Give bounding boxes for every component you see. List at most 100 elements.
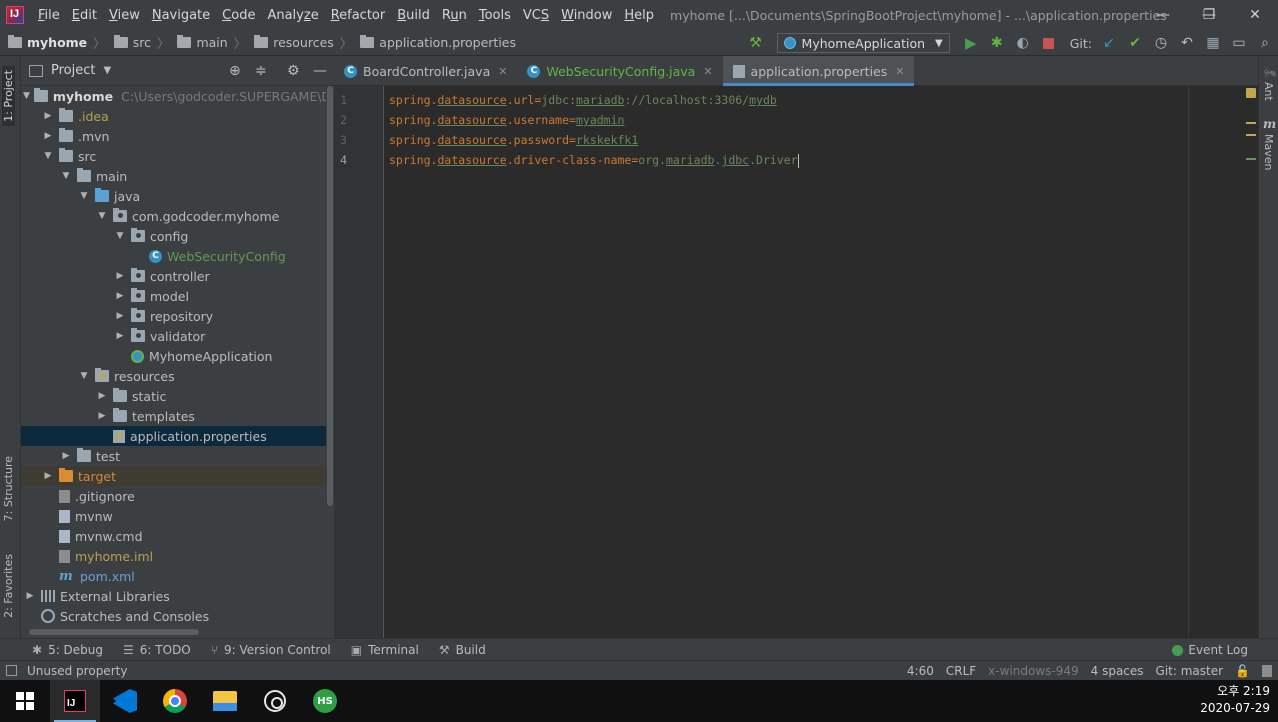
expand-arrow-right-icon[interactable]: ▶ (113, 331, 127, 341)
stop-icon[interactable] (1038, 32, 1060, 54)
tab-project[interactable]: 1: Project (2, 66, 15, 126)
project-panel-title[interactable]: Project (51, 63, 95, 78)
expand-arrow-down-icon[interactable]: ▼ (77, 191, 91, 201)
menu-window[interactable]: Window (555, 8, 618, 23)
taskbar-clock[interactable]: 오후 2:19 2020-07-29 (1200, 683, 1270, 717)
editor-tab[interactable]: application.properties ✕ (722, 56, 915, 86)
lock-icon[interactable]: 🔓 (1235, 664, 1250, 678)
tree-item[interactable]: ▶ templates (21, 406, 334, 426)
build-hammer-icon[interactable]: ⚒ (745, 32, 767, 54)
menu-tools[interactable]: Tools (473, 8, 517, 23)
tree-horizontal-scrollbar[interactable] (21, 628, 326, 636)
collapse-all-icon[interactable]: ≑ (255, 63, 267, 79)
git-rollback-icon[interactable]: ↶ (1176, 32, 1198, 54)
warning-mark[interactable] (1246, 122, 1256, 124)
tree-item[interactable]: ▶application.properties (21, 426, 334, 446)
breadcrumb-item[interactable]: myhome 〉 (0, 33, 106, 52)
tree-item[interactable]: ▶ .mvn (21, 126, 334, 146)
close-tab-icon[interactable]: ✕ (703, 65, 712, 78)
presentation-icon[interactable]: ▭ (1228, 32, 1250, 54)
expand-arrow-right-icon[interactable]: ▶ (59, 451, 73, 461)
tree-item[interactable]: ▶CWebSecurityConfig (21, 246, 334, 266)
code-line[interactable]: spring.datasource.username=myadmin (389, 110, 624, 130)
expand-arrow-right-icon[interactable]: ▶ (41, 471, 55, 481)
debug-icon[interactable]: ✱ (986, 32, 1008, 54)
expand-arrow-down-icon[interactable]: ▼ (77, 371, 91, 381)
tree-item[interactable]: ▶mvnw (21, 506, 334, 526)
expand-arrow-right-icon[interactable]: ▶ (23, 591, 37, 601)
breadcrumb-item[interactable]: main 〉 (169, 33, 246, 52)
tree-item[interactable]: ▼ java (21, 186, 334, 206)
tab-favorites[interactable]: 2: Favorites (2, 554, 15, 618)
tab-ant[interactable]: Ant (1262, 82, 1275, 101)
menu-navigate[interactable]: Navigate (146, 8, 216, 23)
warning-mark[interactable] (1246, 134, 1256, 136)
tree-item[interactable]: ▶ static (21, 386, 334, 406)
menu-analyze[interactable]: Analyze (261, 8, 324, 23)
tree-item[interactable]: ▶ target (21, 466, 334, 486)
expand-arrow-right-icon[interactable]: ▶ (95, 391, 109, 401)
tree-item[interactable]: ▶myhome.iml (21, 546, 334, 566)
menu-edit[interactable]: Edit (66, 8, 103, 23)
chevron-down-icon[interactable]: ▼ (103, 65, 111, 76)
menu-refactor[interactable]: Refactor (325, 8, 392, 23)
tab-terminal[interactable]: ▣ Terminal (341, 643, 429, 657)
git-commit-icon[interactable]: ✔ (1124, 32, 1146, 54)
tree-item[interactable]: ▼ src (21, 146, 334, 166)
tree-item[interactable]: ▶ test (21, 446, 334, 466)
expand-arrow-down-icon[interactable]: ▼ (113, 231, 127, 241)
expand-arrow-down-icon[interactable]: ▼ (41, 151, 55, 161)
locate-file-icon[interactable]: ⊕ (229, 63, 241, 79)
tree-item[interactable]: ▶ .idea (21, 106, 334, 126)
taskbar-chrome[interactable] (150, 680, 200, 722)
start-button[interactable] (0, 680, 50, 722)
menu-view[interactable]: View (103, 8, 146, 23)
inspection-warning-icon[interactable] (1246, 88, 1256, 98)
taskbar-hs[interactable]: HS (300, 680, 350, 722)
expand-arrow-right-icon[interactable]: ▶ (95, 411, 109, 421)
hide-panel-icon[interactable]: — (313, 63, 327, 79)
tree-item[interactable]: ▶.gitignore (21, 486, 334, 506)
editor-tab[interactable]: C BoardController.java ✕ (334, 56, 517, 86)
run-configuration-select[interactable]: MyhomeApplication ▼ (776, 33, 950, 53)
code-line[interactable]: spring.datasource.password=rkskekfk1 (389, 130, 638, 150)
breadcrumb-item[interactable]: src 〉 (106, 33, 169, 52)
tree-item[interactable]: ▼ myhome C:\Users\godcoder.SUPERGAME\Doc (21, 86, 334, 106)
taskbar-obs[interactable] (250, 680, 300, 722)
git-branch[interactable]: Git: master (1156, 664, 1224, 678)
tree-item[interactable]: ▼ resources (21, 366, 334, 386)
restore-window-button[interactable]: ❐ (1186, 0, 1232, 30)
line-separator[interactable]: CRLF (946, 664, 976, 678)
tab-maven[interactable]: Maven (1262, 134, 1275, 170)
expand-arrow-down-icon[interactable]: ▼ (95, 211, 109, 221)
taskbar-vscode[interactable] (100, 680, 150, 722)
menu-build[interactable]: Build (391, 8, 436, 23)
menu-code[interactable]: Code (216, 8, 261, 23)
tab-build[interactable]: ⚒ Build (429, 643, 496, 657)
tab-event-log[interactable]: Event Log (1172, 639, 1248, 661)
tree-item[interactable]: ▶ repository (21, 306, 334, 326)
close-tab-icon[interactable]: ✕ (895, 65, 904, 78)
tab-version-control[interactable]: ⑂ 9: Version Control (201, 643, 341, 657)
close-window-button[interactable]: ✕ (1232, 0, 1278, 30)
tree-item[interactable]: ▼ com.godcoder.myhome (21, 206, 334, 226)
change-mark[interactable] (1246, 158, 1256, 160)
git-history-icon[interactable]: ◷ (1150, 32, 1172, 54)
code-line[interactable]: spring.datasource.url=jdbc:mariadb://loc… (389, 90, 777, 110)
expand-arrow-right-icon[interactable]: ▶ (113, 271, 127, 281)
breadcrumb-item[interactable]: application.properties (352, 33, 516, 52)
caret-position[interactable]: 4:60 (907, 664, 934, 678)
code-line[interactable]: spring.datasource.driver-class-name=org.… (389, 150, 799, 170)
tree-item[interactable]: ▶Scratches and Consoles (21, 606, 334, 626)
menu-vcs[interactable]: VCS (517, 8, 555, 23)
breadcrumb-item[interactable]: resources 〉 (246, 33, 352, 52)
coverage-icon[interactable]: ◐ (1012, 32, 1034, 54)
expand-arrow-right-icon[interactable]: ▶ (41, 111, 55, 121)
close-tab-icon[interactable]: ✕ (498, 65, 507, 78)
run-icon[interactable]: ▶ (960, 32, 982, 54)
tree-item[interactable]: ▼ main (21, 166, 334, 186)
tree-item[interactable]: ▼ config (21, 226, 334, 246)
error-stripe[interactable] (1242, 86, 1258, 638)
expand-arrow-down-icon[interactable]: ▼ (23, 91, 30, 101)
tree-item[interactable]: ▶ model (21, 286, 334, 306)
